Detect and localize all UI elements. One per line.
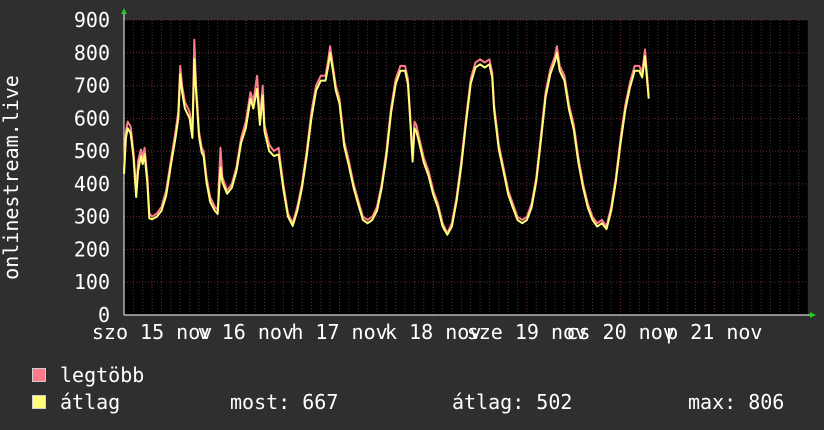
y-tick-label: 700 (74, 74, 110, 98)
stat-max: max: 806 (688, 390, 785, 414)
x-tick-label: cs 20 nov (566, 320, 674, 344)
y-tick-label: 200 (74, 237, 110, 261)
x-axis-arrow (810, 312, 816, 318)
y-tick-label: 600 (74, 106, 110, 130)
y-axis-arrow (121, 8, 127, 14)
y-tick-label: 900 (74, 8, 110, 32)
legend-item-max: legtöbb (32, 363, 145, 387)
legend-label-avg: átlag (60, 390, 121, 414)
legend-swatch-avg (32, 395, 46, 409)
legend-swatch-max (32, 368, 46, 382)
y-tick-label: 800 (74, 41, 110, 65)
stat-average: átlag: 502 (452, 390, 573, 414)
y-axis-label: onlinestream.live (0, 75, 23, 280)
y-tick-label: 100 (74, 270, 110, 294)
legend-item-avg: átlag (32, 390, 121, 414)
x-tick-label: szo 15 nov (92, 320, 212, 344)
x-tick-label: v 16 nov (198, 320, 294, 344)
stat-current: most: 667 (230, 390, 339, 414)
x-tick-label: p 21 nov (666, 320, 762, 344)
y-tick-label: 500 (74, 139, 110, 163)
y-tick-label: 300 (74, 205, 110, 229)
chart-root: 0 100 200 300 400 500 600 700 800 900 szo 15 nov v … (0, 0, 824, 430)
y-tick-label: 400 (74, 172, 110, 196)
legend-label-max: legtöbb (60, 363, 145, 387)
x-tick-label: h 17 nov (291, 320, 387, 344)
